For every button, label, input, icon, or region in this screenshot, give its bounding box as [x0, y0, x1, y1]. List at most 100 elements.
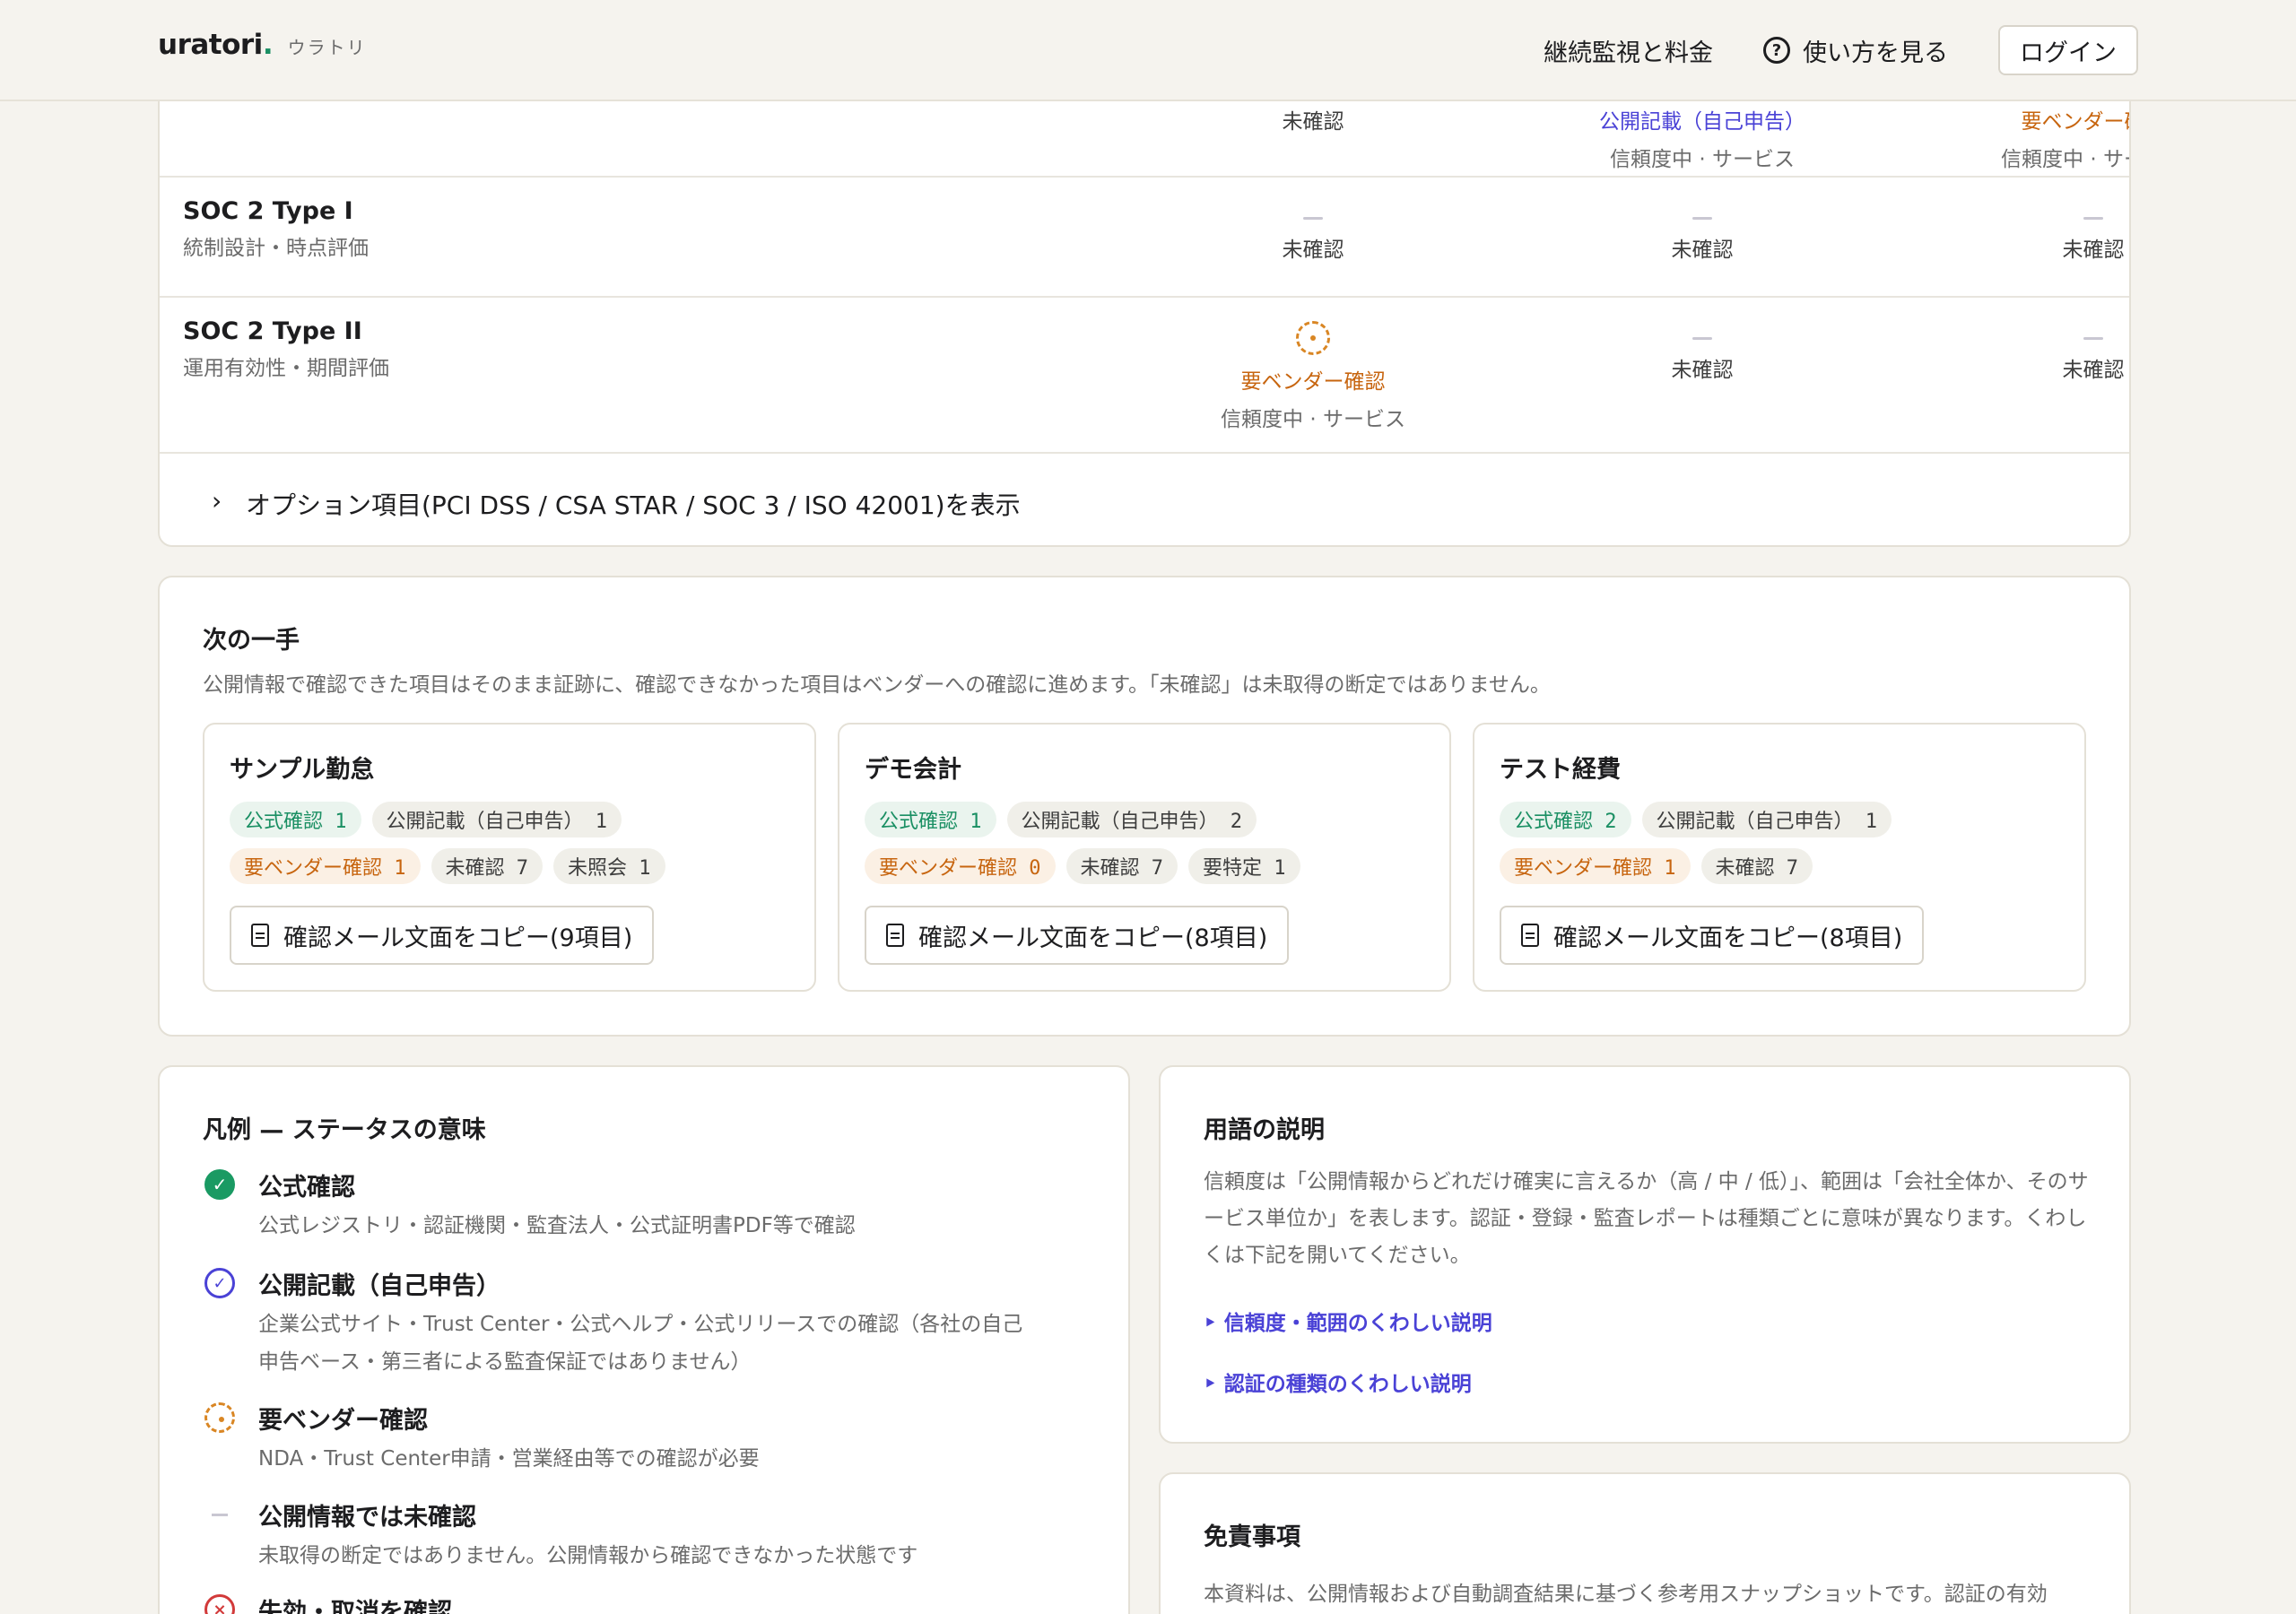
disclaimer-title: 免責事項 — [1204, 1523, 1300, 1551]
cell-status: 未確認 — [1671, 359, 1734, 382]
chip-unconfirmed: 未確認 7 — [1065, 848, 1178, 884]
dash-icon — [212, 1514, 228, 1516]
vendor-name: サンプル勤怠 — [230, 756, 375, 784]
legend-card: 凡例 — ステータスの意味 ✓ 公式確認 公式レジストリ・認証機関・監査法人・公… — [158, 1065, 1130, 1614]
legend-desc: NDA・Trust Center申請・営業経由等での確認が必要 — [258, 1447, 760, 1471]
chip-public: 公開記載（自己申告） 1 — [371, 802, 622, 837]
terms-title: 用語の説明 — [1204, 1116, 1325, 1144]
document-icon — [886, 924, 904, 947]
unconfirmed-dash-icon — [1692, 337, 1712, 340]
cert-types-link[interactable]: ‣ 認証の種類のくわしい説明 — [1204, 1367, 1472, 1397]
status-cell: 未確認 — [1923, 337, 2129, 383]
brand-logo[interactable]: uratori. ウラトリ — [158, 29, 367, 61]
cell-status: 未確認 — [1282, 239, 1344, 262]
legend-desc: 未取得の断定ではありません。公開情報から確認できなかった状態です — [258, 1544, 918, 1567]
status-cell: 未確認 — [1532, 217, 1873, 263]
row-title: SOC 2 Type I — [183, 197, 353, 225]
legend-desc: 公式レジストリ・認証機関・監査法人・公式証明書PDF等で確認 — [258, 1214, 856, 1237]
chip-public: 公開記載（自己申告） 1 — [1641, 802, 1892, 837]
status-cell: 要ベンダー確認 信頼度中 · サービス — [1923, 91, 2129, 172]
brand-name: uratori — [158, 29, 263, 61]
row-label: SOC 2 Type II 運用有効性・期間評価 — [183, 317, 389, 381]
row-label: SOC 2 Type I 統制設計・時点評価 — [183, 197, 369, 261]
chip-needs-identify: 要特定 1 — [1188, 848, 1300, 884]
chip-unconfirmed: 未確認 7 — [1700, 848, 1813, 884]
legend-name: 公式確認 — [258, 1174, 355, 1202]
chip-row: 要ベンダー確認 1 未確認 7 未照会 1 — [230, 848, 804, 895]
help-link-label: 使い方を見る — [1803, 39, 1948, 67]
document-icon — [251, 924, 269, 947]
row-title: SOC 2 Type II — [183, 317, 362, 345]
chevron-right-icon: › — [212, 486, 222, 516]
chip-official: 公式確認 1 — [865, 802, 996, 837]
next-steps-card: 次の一手 公開情報で確認できた項目はそのまま証跡に、確認できなかった項目はベンダ… — [158, 576, 2131, 1037]
chip-row: 要ベンダー確認 0 未確認 7 要特定 1 — [865, 848, 1439, 895]
unconfirmed-dash-icon — [1303, 217, 1323, 220]
copy-email-label: 確認メール文面をコピー(8項目) — [1553, 924, 1903, 952]
legend-name: 公開記載（自己申告） — [258, 1272, 500, 1300]
table-row-soc2-type2: SOC 2 Type II 運用有効性・期間評価 要ベンダー確認 信頼度中 · … — [160, 298, 2129, 452]
options-toggle[interactable]: › オプション項目(PCI DSS / CSA STAR / SOC 3 / I… — [160, 452, 2129, 545]
document-icon — [1521, 924, 1539, 947]
cell-status: 未確認 — [1671, 239, 1734, 262]
help-link[interactable]: ? 使い方を見る — [1763, 33, 1948, 68]
chip-row: 公式確認 1 公開記載（自己申告） 1 — [230, 802, 804, 848]
status-cell: 要ベンダー確認 信頼度中 · サービス — [1143, 321, 1483, 432]
status-cell: 未確認 — [1923, 217, 2129, 263]
status-cell: 未確認 — [1532, 337, 1873, 383]
disclaimer-body: 本資料は、公開情報および自動調査結果に基づく参考用スナップショットです。認証の有… — [1204, 1583, 2048, 1606]
chip-row: 要ベンダー確認 1 未確認 7 — [1500, 848, 2074, 895]
legend-name: 公開情報では未確認 — [258, 1504, 476, 1532]
cell-meta: 信頼度中 · サービス — [2001, 148, 2129, 171]
cell-status: 未確認 — [1282, 110, 1344, 134]
help-circle-icon: ? — [1763, 37, 1790, 64]
cell-status: 公開記載（自己申告） — [1599, 110, 1805, 134]
cell-meta: 信頼度中 · サービス — [1221, 408, 1405, 431]
cell-status: 未確認 — [2062, 239, 2125, 262]
row-subtitle: 運用有効性・期間評価 — [183, 357, 389, 380]
status-table: 未確認 公開記載（自己申告） 信頼度中 · サービス 要ベンダー確認 信頼度中 … — [158, 36, 2131, 547]
check-outline-icon: ✓ — [204, 1268, 235, 1298]
top-nav: 継続監視と料金 ? 使い方を見る ログイン — [1544, 25, 2138, 75]
row-subtitle: 統制設計・時点評価 — [183, 237, 369, 260]
chip-official: 公式確認 1 — [230, 802, 361, 837]
copy-email-label: 確認メール文面をコピー(9項目) — [283, 924, 633, 952]
cell-status: 要ベンダー確認 — [1240, 370, 1386, 394]
login-button[interactable]: ログイン — [1998, 25, 2138, 75]
brand-dot: . — [262, 29, 274, 61]
copy-email-button[interactable]: 確認メール文面をコピー(8項目) — [865, 906, 1290, 965]
chip-row: 公式確認 1 公開記載（自己申告） 2 — [865, 802, 1439, 848]
options-toggle-label: オプション項目(PCI DSS / CSA STAR / SOC 3 / ISO… — [246, 490, 1021, 520]
unconfirmed-dash-icon — [2083, 217, 2103, 220]
disclaimer-card: 免責事項 本資料は、公開情報および自動調査結果に基づく参考用スナップショットです… — [1159, 1472, 2131, 1614]
next-steps-desc: 公開情報で確認できた項目はそのまま証跡に、確認できなかった項目はベンダーへの確認… — [203, 673, 1551, 697]
legend-title: 凡例 — ステータスの意味 — [203, 1116, 486, 1144]
unconfirmed-dash-icon — [2083, 337, 2103, 340]
vendor-name: テスト経費 — [1500, 756, 1621, 784]
brand-subtitle: ウラトリ — [287, 37, 367, 58]
cell-meta: 信頼度中 · サービス — [1610, 148, 1795, 171]
status-cell: 未確認 — [1143, 217, 1483, 263]
unconfirmed-dash-icon — [1692, 217, 1712, 220]
pricing-link[interactable]: 継続監視と料金 — [1544, 33, 1713, 68]
legend-desc: 企業公式サイト・Trust Center・公式ヘルプ・公式リリースでの確認（各社… — [258, 1313, 1023, 1374]
check-circle-icon: ✓ — [204, 1169, 235, 1200]
legend-name: 要ベンダー確認 — [258, 1407, 428, 1435]
chip-vendor: 要ベンダー確認 1 — [1500, 848, 1691, 884]
confidence-scope-link[interactable]: ‣ 信頼度・範囲のくわしい説明 — [1204, 1306, 1492, 1336]
chip-official: 公式確認 2 — [1500, 802, 1631, 837]
chip-unconfirmed: 未確認 7 — [430, 848, 543, 884]
chip-public: 公開記載（自己申告） 2 — [1006, 802, 1257, 837]
vendor-check-icon — [1296, 321, 1330, 355]
chip-row: 公式確認 2 公開記載（自己申告） 1 — [1500, 802, 2074, 848]
copy-email-button[interactable]: 確認メール文面をコピー(8項目) — [1500, 906, 1925, 965]
vendor-card: サンプル勤怠 公式確認 1 公開記載（自己申告） 1 要ベンダー確認 1 未確認… — [203, 723, 816, 992]
legend-name: 失効・取消を確認 — [258, 1599, 452, 1614]
top-bar: uratori. ウラトリ 継続監視と料金 ? 使い方を見る ログイン — [0, 0, 2296, 101]
chip-vendor: 要ベンダー確認 1 — [230, 848, 421, 884]
copy-email-label: 確認メール文面をコピー(8項目) — [918, 924, 1268, 952]
table-row-soc2-type1: SOC 2 Type I 統制設計・時点評価 未確認 未確認 未確認 — [160, 178, 2129, 298]
copy-email-button[interactable]: 確認メール文面をコピー(9項目) — [230, 906, 655, 965]
chip-vendor: 要ベンダー確認 0 — [865, 848, 1056, 884]
chip-not-queried: 未照会 1 — [553, 848, 665, 884]
